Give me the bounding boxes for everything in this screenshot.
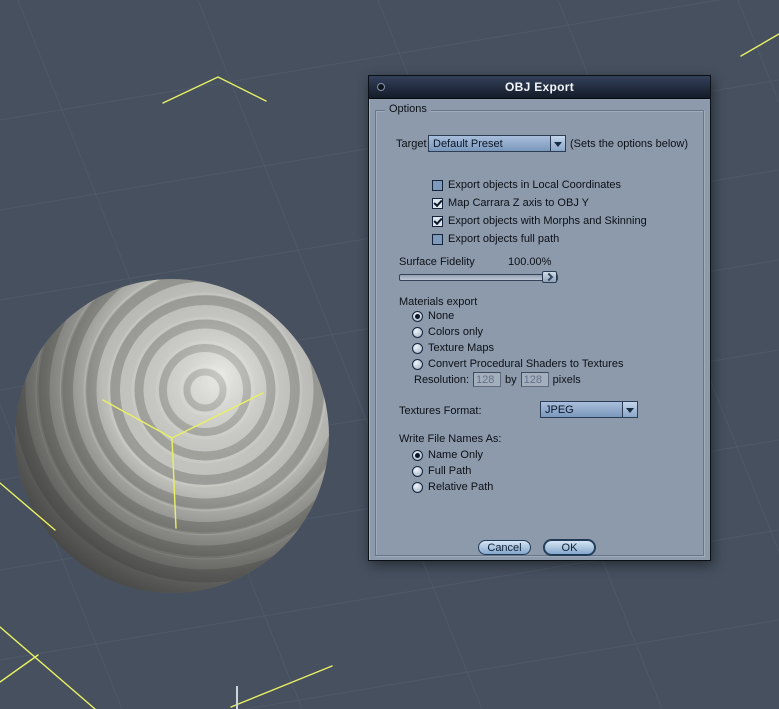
radio-button[interactable] xyxy=(412,310,423,322)
radio-button[interactable] xyxy=(412,342,423,354)
radio-label: Relative Path xyxy=(428,481,494,493)
radio-button[interactable] xyxy=(412,465,423,477)
resolution-height-input[interactable] xyxy=(520,372,549,387)
materials-export-label: Materials export xyxy=(399,296,478,308)
resolution-label: Resolution: xyxy=(414,373,470,386)
checkbox-row-map-z-axis[interactable]: Map Carrara Z axis to OBJ Y xyxy=(432,197,589,209)
dropdown-arrow-icon xyxy=(550,136,565,151)
textures-format-dropdown[interactable]: JPEG xyxy=(540,401,638,418)
target-hint: (Sets the options below) xyxy=(570,138,689,150)
radio-label: None xyxy=(428,310,455,322)
radio-label: Name Only xyxy=(428,449,484,461)
resolution-unit-label: pixels xyxy=(552,373,581,386)
slider-track xyxy=(399,274,558,281)
checkbox-row-full-path[interactable]: Export objects full path xyxy=(432,233,559,245)
checkbox[interactable] xyxy=(432,197,443,209)
radio-button[interactable] xyxy=(412,326,423,338)
radio-row-full-path[interactable]: Full Path xyxy=(412,465,471,477)
surface-fidelity-value: 100.00% xyxy=(508,256,552,268)
3d-viewport[interactable]: OBJ Export Options Target Default Preset… xyxy=(0,0,779,709)
radio-button[interactable] xyxy=(412,358,423,370)
obj-export-dialog: OBJ Export Options Target Default Preset… xyxy=(368,75,711,561)
checkbox-label: Export objects with Morphs and Skinning xyxy=(448,215,647,227)
close-button[interactable] xyxy=(377,83,385,91)
dialog-title: OBJ Export xyxy=(504,80,574,94)
radio-button[interactable] xyxy=(412,481,423,493)
sphere-object[interactable] xyxy=(15,204,391,593)
radio-row-name-only[interactable]: Name Only xyxy=(412,449,483,461)
radio-label: Convert Procedural Shaders to Textures xyxy=(428,358,624,370)
checkbox[interactable] xyxy=(432,233,443,245)
radio-row-colors-only[interactable]: Colors only xyxy=(412,326,483,338)
checkbox[interactable] xyxy=(432,179,443,191)
checkbox-label: Export objects in Local Coordinates xyxy=(448,179,622,191)
target-preset-value: Default Preset xyxy=(433,137,503,150)
checkbox[interactable] xyxy=(432,215,443,227)
radio-label: Full Path xyxy=(428,465,472,477)
radio-row-convert-shaders[interactable]: Convert Procedural Shaders to Textures xyxy=(412,358,623,370)
checkbox-row-local-coordinates[interactable]: Export objects in Local Coordinates xyxy=(432,179,621,191)
ok-button[interactable]: OK xyxy=(544,540,595,555)
checkbox-row-morphs-skinning[interactable]: Export objects with Morphs and Skinning xyxy=(432,215,647,227)
surface-fidelity-label: Surface Fidelity xyxy=(399,256,475,268)
dialog-titlebar[interactable]: OBJ Export xyxy=(369,76,710,99)
radio-label: Colors only xyxy=(428,326,484,338)
radio-label: Texture Maps xyxy=(428,342,495,354)
resolution-row: Resolution: by pixels xyxy=(414,372,581,387)
radio-row-texture-maps[interactable]: Texture Maps xyxy=(412,342,494,354)
slider-thumb[interactable] xyxy=(542,271,557,283)
radio-button[interactable] xyxy=(412,449,423,461)
radio-row-none[interactable]: None xyxy=(412,310,454,322)
dropdown-arrow-icon xyxy=(622,402,637,417)
dialog-body: Options Target Default Preset (Sets the … xyxy=(369,99,710,560)
write-file-names-label: Write File Names As: xyxy=(399,433,502,445)
checkbox-label: Map Carrara Z axis to OBJ Y xyxy=(448,197,590,209)
resolution-by-label: by xyxy=(505,373,517,386)
target-label: Target xyxy=(396,138,427,150)
surface-fidelity-slider[interactable] xyxy=(399,271,558,283)
resolution-width-input[interactable] xyxy=(473,372,502,387)
textures-format-label: Textures Format: xyxy=(399,405,482,417)
textures-format-value: JPEG xyxy=(545,403,574,416)
radio-row-relative-path[interactable]: Relative Path xyxy=(412,481,493,493)
cancel-button[interactable]: Cancel xyxy=(478,540,531,555)
options-group-title: Options xyxy=(385,103,431,115)
checkbox-label: Export objects full path xyxy=(448,233,560,245)
target-preset-dropdown[interactable]: Default Preset xyxy=(428,135,566,152)
